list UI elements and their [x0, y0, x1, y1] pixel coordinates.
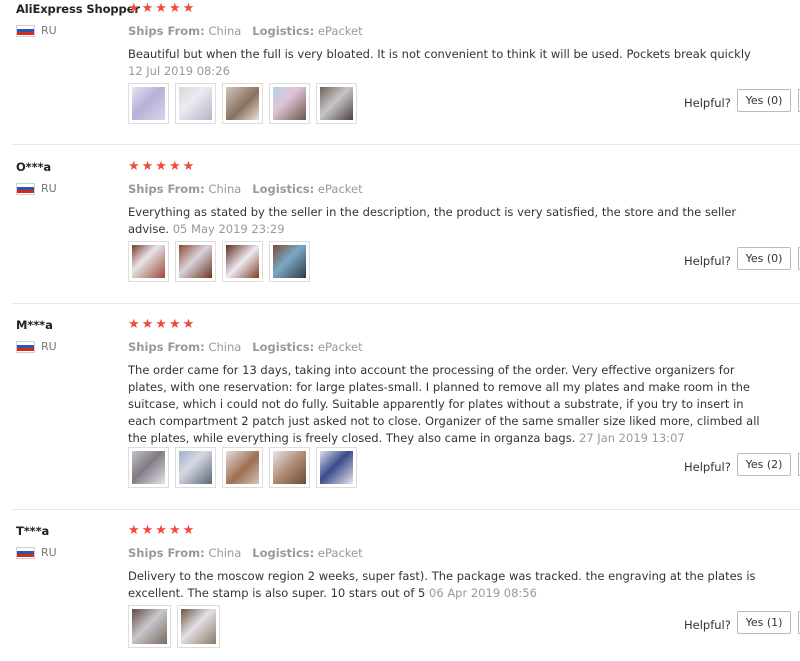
- country-code: RU: [41, 546, 57, 559]
- reviewer-name: O***a: [16, 160, 52, 174]
- review-photos: [128, 447, 357, 488]
- review-photo-thumbnail[interactable]: [222, 241, 263, 282]
- ships-from-label: Ships From:: [128, 340, 205, 354]
- review-item: T***a RU ★★★★★ Ships From: China Logistic…: [0, 524, 800, 661]
- country-code: RU: [41, 182, 57, 195]
- logistics-label: Logistics:: [252, 24, 315, 38]
- review-photo-thumbnail[interactable]: [175, 83, 216, 124]
- ships-from-value: China: [208, 546, 242, 560]
- review-photos: [128, 241, 310, 282]
- logistics-value: ePacket: [317, 340, 363, 354]
- review-photo-thumbnail[interactable]: [269, 447, 310, 488]
- review-photos: [128, 83, 357, 124]
- helpful-label: Helpful?: [684, 254, 731, 268]
- review-text: Beautiful but when the full is very bloa…: [128, 46, 768, 80]
- ships-from-value: China: [208, 24, 242, 38]
- review-photo-thumbnail[interactable]: [175, 241, 216, 282]
- ships-from-label: Ships From:: [128, 24, 205, 38]
- ships-from-value: China: [208, 182, 242, 196]
- review-photo-thumbnail[interactable]: [316, 83, 357, 124]
- helpful-yes-button[interactable]: Yes (0): [737, 247, 791, 270]
- review-item: O***a RU ★★★★★ Ships From: China Logistic…: [0, 160, 800, 303]
- review-photo-thumbnail[interactable]: [222, 447, 263, 488]
- ships-from-label: Ships From:: [128, 546, 205, 560]
- review-date: 06 Apr 2019 08:56: [429, 586, 537, 600]
- review-photo-thumbnail[interactable]: [175, 447, 216, 488]
- review-photo-thumbnail[interactable]: [316, 447, 357, 488]
- review-body: Beautiful but when the full is very bloa…: [128, 47, 751, 61]
- shipping-info: Ships From: China Logistics: ePacket: [128, 340, 363, 354]
- review-photos: [128, 605, 220, 648]
- review-photo-thumbnail[interactable]: [222, 83, 263, 124]
- russia-flag-icon: [16, 182, 35, 195]
- reviewer-country: RU: [16, 340, 57, 353]
- star-rating: ★★★★★: [128, 317, 197, 332]
- review-photo-thumbnail[interactable]: [128, 83, 169, 124]
- shipping-info: Ships From: China Logistics: ePacket: [128, 182, 363, 196]
- logistics-label: Logistics:: [252, 546, 315, 560]
- reviewer-country: RU: [16, 546, 57, 559]
- helpful-yes-button[interactable]: Yes (1): [737, 611, 791, 634]
- star-rating: ★★★★★: [128, 1, 197, 16]
- review-item: M***a RU ★★★★★ Ships From: China Logistic…: [0, 318, 800, 508]
- review-photo-thumbnail[interactable]: [177, 605, 220, 648]
- review-date: 05 May 2019 23:29: [172, 222, 285, 236]
- review-divider: [12, 144, 800, 145]
- ships-from-value: China: [208, 340, 242, 354]
- logistics-value: ePacket: [317, 182, 363, 196]
- review-text: Everything as stated by the seller in th…: [128, 204, 768, 238]
- helpful-label: Helpful?: [684, 460, 731, 474]
- ships-from-label: Ships From:: [128, 182, 205, 196]
- russia-flag-icon: [16, 340, 35, 353]
- logistics-value: ePacket: [317, 546, 363, 560]
- logistics-label: Logistics:: [252, 340, 315, 354]
- helpful-label: Helpful?: [684, 96, 731, 110]
- review-divider: [12, 303, 800, 304]
- helpful-yes-button[interactable]: Yes (2): [737, 453, 791, 476]
- star-rating: ★★★★★: [128, 523, 197, 538]
- review-photo-thumbnail[interactable]: [128, 605, 171, 648]
- reviewer-name: AliExpress Shopper: [16, 2, 140, 16]
- shipping-info: Ships From: China Logistics: ePacket: [128, 546, 363, 560]
- logistics-label: Logistics:: [252, 182, 315, 196]
- country-code: RU: [41, 24, 57, 37]
- reviewer-country: RU: [16, 182, 57, 195]
- feedback-list: AliExpress Shopper RU ★★★★★ Ships From: …: [0, 0, 800, 661]
- review-text: Delivery to the moscow region 2 weeks, s…: [128, 568, 768, 602]
- star-rating: ★★★★★: [128, 159, 197, 174]
- country-code: RU: [41, 340, 57, 353]
- russia-flag-icon: [16, 24, 35, 37]
- reviewer-name: M***a: [16, 318, 53, 332]
- review-text: The order came for 13 days, taking into …: [128, 362, 768, 447]
- shipping-info: Ships From: China Logistics: ePacket: [128, 24, 363, 38]
- logistics-value: ePacket: [317, 24, 363, 38]
- review-divider: [12, 509, 800, 510]
- reviewer-country: RU: [16, 24, 57, 37]
- review-photo-thumbnail[interactable]: [269, 241, 310, 282]
- review-date: 27 Jan 2019 13:07: [579, 431, 685, 445]
- review-photo-thumbnail[interactable]: [128, 241, 169, 282]
- reviewer-name: T***a: [16, 524, 50, 538]
- review-photo-thumbnail[interactable]: [128, 447, 169, 488]
- russia-flag-icon: [16, 546, 35, 559]
- review-photo-thumbnail[interactable]: [269, 83, 310, 124]
- review-item: AliExpress Shopper RU ★★★★★ Ships From: …: [0, 2, 800, 145]
- review-date: 12 Jul 2019 08:26: [128, 64, 230, 78]
- helpful-label: Helpful?: [684, 618, 731, 632]
- helpful-yes-button[interactable]: Yes (0): [737, 89, 791, 112]
